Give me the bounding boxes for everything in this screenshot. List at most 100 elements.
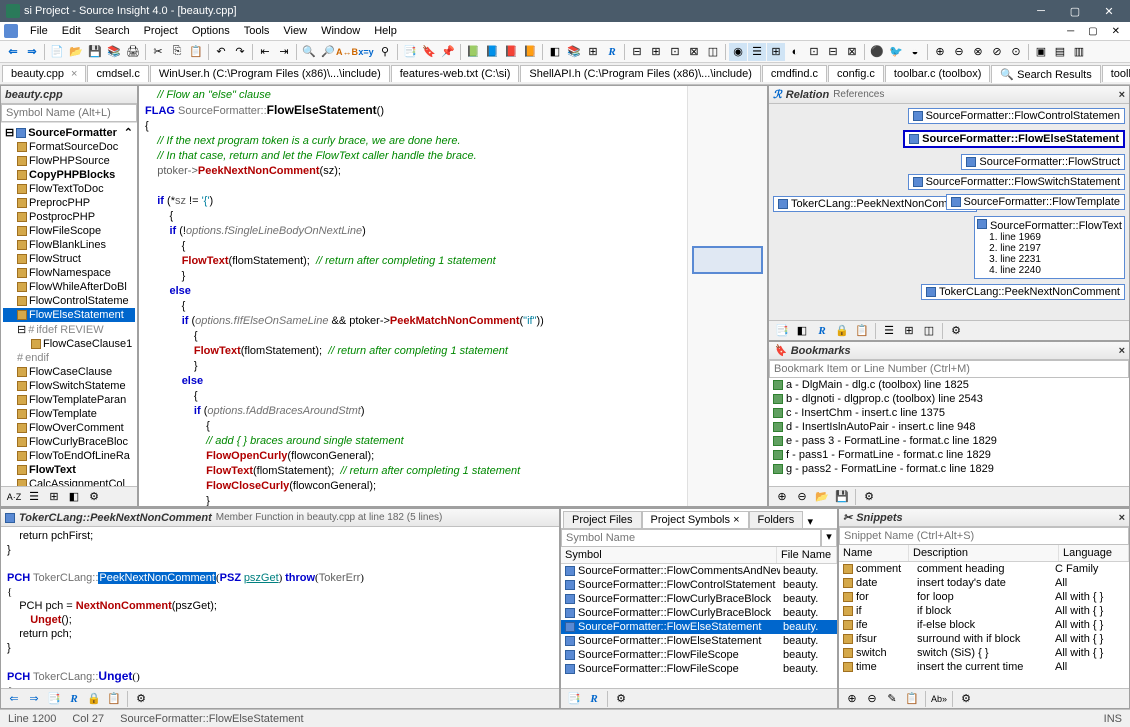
close-button[interactable]: ✕ xyxy=(1094,5,1124,18)
search-files[interactable]: x=y xyxy=(357,43,375,61)
tab-toolbarc[interactable]: toolbar.c (toolbox) xyxy=(885,65,990,82)
ctx-r[interactable]: R xyxy=(65,690,83,708)
win5[interactable]: ◫ xyxy=(704,43,722,61)
misc4[interactable]: ⊘ xyxy=(988,43,1006,61)
snippet-row[interactable]: forfor loopAll with { } xyxy=(839,590,1129,604)
win2[interactable]: ⊞ xyxy=(647,43,665,61)
search-button[interactable]: 🔍 xyxy=(300,43,318,61)
rel-gear[interactable]: ⚙ xyxy=(947,322,965,340)
proj-input-drop[interactable]: ▾ xyxy=(821,529,837,547)
rel-f1[interactable]: 📑 xyxy=(773,322,791,340)
rel-f6[interactable]: ⊞ xyxy=(900,322,918,340)
sn-ab[interactable]: Ab» xyxy=(930,690,948,708)
ps-gear[interactable]: ⚙ xyxy=(612,690,630,708)
tree-item[interactable]: FlowTextToDoc xyxy=(3,182,135,196)
snippet-row[interactable]: ifif blockAll with { } xyxy=(839,604,1129,618)
relation-r[interactable]: R xyxy=(603,43,621,61)
tab-cmdsel[interactable]: cmdsel.c xyxy=(87,65,148,82)
ft3[interactable]: ◧ xyxy=(65,488,83,506)
undo-button[interactable]: ↶ xyxy=(212,43,230,61)
tree-item[interactable]: CopyPHPBlocks xyxy=(3,168,135,182)
tab-project-symbols[interactable]: Project Symbols × xyxy=(642,511,749,528)
rel-f7[interactable]: ◫ xyxy=(920,322,938,340)
tree-item[interactable]: FlowCaseClause xyxy=(3,365,135,379)
mdi-max[interactable]: ▢ xyxy=(1082,25,1103,38)
ft1[interactable]: ☰ xyxy=(25,488,43,506)
view1[interactable]: ◉ xyxy=(729,43,747,61)
sn-f2[interactable]: ⊖ xyxy=(863,690,881,708)
rel-f2[interactable]: ◧ xyxy=(793,322,811,340)
project-symbol-row[interactable]: SourceFormatter::FlowFileScopebeauty. xyxy=(561,648,837,662)
cut-button[interactable]: ✂ xyxy=(149,43,167,61)
tree-item[interactable]: FlowTemplate xyxy=(3,407,135,421)
redo-button[interactable]: ↷ xyxy=(231,43,249,61)
minimap[interactable] xyxy=(687,86,767,506)
tree-item[interactable]: FormatSourceDoc xyxy=(3,140,135,154)
tab-close-icon[interactable]: × xyxy=(71,68,77,80)
tab-features[interactable]: features-web.txt (C:\si) xyxy=(391,65,520,82)
project-symbol-row[interactable]: SourceFormatter::FlowControlStatementbea… xyxy=(561,578,837,592)
sn-f3[interactable]: ✎ xyxy=(883,690,901,708)
project-symbol-row[interactable]: SourceFormatter::FlowCurlyBraceBlockbeau… xyxy=(561,606,837,620)
col-symbol[interactable]: Symbol xyxy=(561,547,777,563)
print-button[interactable]: 🖨 xyxy=(124,43,142,61)
forward-button[interactable]: ⇒ xyxy=(23,43,41,61)
proj-tab-drop[interactable]: ▾ xyxy=(803,515,817,528)
view3[interactable]: ⊞ xyxy=(767,43,785,61)
proj4[interactable]: 📙 xyxy=(521,43,539,61)
search-next[interactable]: 🔎 xyxy=(319,43,337,61)
bookmark-input[interactable] xyxy=(769,360,1129,378)
tree-root[interactable]: ⊟ SourceFormatter⌃ xyxy=(3,125,135,140)
ctx-f1[interactable]: 📑 xyxy=(45,690,63,708)
tree-item[interactable]: FlowWhileAfterDoBl xyxy=(3,280,135,294)
menu-file[interactable]: File xyxy=(24,24,54,38)
sn-f4[interactable]: 📋 xyxy=(903,690,921,708)
sym1[interactable]: ◧ xyxy=(546,43,564,61)
misc2[interactable]: ⊖ xyxy=(950,43,968,61)
tree-item[interactable]: CalcAssignmentCol xyxy=(3,477,135,486)
menu-project[interactable]: Project xyxy=(138,24,184,38)
tree-item[interactable]: PreprocPHP xyxy=(3,196,135,210)
bm-gear[interactable]: ⚙ xyxy=(860,488,878,506)
menu-help[interactable]: Help xyxy=(368,24,403,38)
misc5[interactable]: ⊙ xyxy=(1007,43,1025,61)
copy-button[interactable]: ⎘ xyxy=(168,43,186,61)
bookmark-item[interactable]: g - pass2 - FormatLine - format.c line 1… xyxy=(769,462,1129,476)
tab-folders[interactable]: Folders xyxy=(749,511,804,528)
bookmark-item[interactable]: e - pass 3 - FormatLine - format.c line … xyxy=(769,434,1129,448)
bm-f3[interactable]: 📂 xyxy=(813,488,831,506)
snippet-row[interactable]: ifeif-else blockAll with { } xyxy=(839,618,1129,632)
saveall-button[interactable]: 📚 xyxy=(105,43,123,61)
menu-tools[interactable]: Tools xyxy=(238,24,276,38)
ft2[interactable]: ⊞ xyxy=(45,488,63,506)
open-button[interactable]: 📂 xyxy=(67,43,85,61)
indent-in[interactable]: ⇥ xyxy=(275,43,293,61)
sn-gear[interactable]: ⚙ xyxy=(957,690,975,708)
menu-view[interactable]: View xyxy=(277,24,313,38)
ft-gear[interactable]: ⚙ xyxy=(85,488,103,506)
new-button[interactable]: 📄 xyxy=(48,43,66,61)
bm1[interactable]: 📑 xyxy=(401,43,419,61)
menu-search[interactable]: Search xyxy=(89,24,136,38)
tree-item[interactable]: FlowSwitchStateme xyxy=(3,379,135,393)
bookmark-item[interactable]: a - DlgMain - dlg.c (toolbox) line 1825 xyxy=(769,378,1129,392)
rel-r[interactable]: R xyxy=(813,322,831,340)
snippet-row[interactable]: commentcomment headingC Family xyxy=(839,562,1129,576)
sn-f1[interactable]: ⊕ xyxy=(843,690,861,708)
view6[interactable]: ⊟ xyxy=(824,43,842,61)
tab-close-icon[interactable]: × xyxy=(733,514,739,526)
mdi-min[interactable]: ─ xyxy=(1061,25,1080,38)
view4[interactable]: ◐ xyxy=(786,43,804,61)
bookmarks-close[interactable]: × xyxy=(1119,345,1125,357)
tab-config[interactable]: config.c xyxy=(828,65,884,82)
tree-item[interactable]: FlowNamespace xyxy=(3,266,135,280)
col-filename[interactable]: File Name xyxy=(777,547,837,563)
project-symbol-input[interactable] xyxy=(561,529,821,547)
tree-review-child[interactable]: FlowCaseClause1 xyxy=(3,337,135,351)
code-editor[interactable]: // Flow an "else" clause FLAG SourceForm… xyxy=(139,86,687,506)
search-proj[interactable]: ⚲ xyxy=(376,43,394,61)
tree-item[interactable]: FlowControlStateme xyxy=(3,294,135,308)
symbol-search-input[interactable] xyxy=(1,104,137,122)
tool1[interactable]: ⚫ xyxy=(868,43,886,61)
rel-f5[interactable]: ☰ xyxy=(880,322,898,340)
